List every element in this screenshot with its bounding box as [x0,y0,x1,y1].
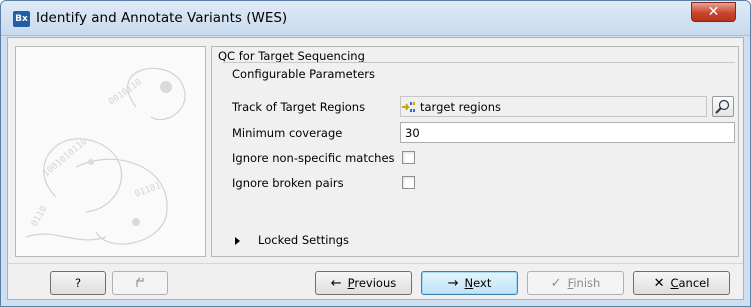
cancel-label: ancel [678,276,710,290]
min-coverage-label: Minimum coverage [232,126,343,140]
finish-label: inish [573,276,601,290]
ignore-nonspecific-checkbox[interactable] [402,151,415,164]
next-button[interactable]: → Next [421,271,518,295]
dialog-body: 0010110 1001010110 01101 0110 QC for Tar… [7,37,744,300]
arrow-right-icon: → [447,276,459,291]
wizard-side-image: 0010110 1001010110 01101 0110 [15,46,206,257]
ignore-nonspecific-label: Ignore non-specific matches [232,151,395,165]
section-title: QC for Target Sequencing [218,49,365,63]
track-icon [402,102,415,112]
app-logo-icon: Bx [13,11,30,27]
svg-text:01101: 01101 [134,181,163,200]
finish-button[interactable]: ✓ Finish [527,271,624,295]
previous-label: revious [354,276,397,290]
checkmark-icon: ✓ [550,276,562,291]
min-coverage-value: 30 [405,126,420,140]
svg-text:0010110: 0010110 [107,78,144,108]
svg-text:1001010110: 1001010110 [42,137,90,179]
browse-icon [715,99,730,114]
locked-settings-toggle[interactable]: Locked Settings [258,233,349,247]
reset-icon [136,277,144,287]
cancel-mnemonic: C [670,276,679,290]
next-mnemonic: N [464,276,474,290]
track-value: target regions [420,100,501,114]
min-coverage-input[interactable]: 30 [400,122,735,143]
button-bar-divider [8,263,743,264]
expand-arrow-icon[interactable] [235,237,240,245]
arrow-left-icon: ← [330,276,342,291]
dialog-window: Bx Identify and Annotate Variants (WES) … [0,0,751,307]
cancel-button[interactable]: ✕ Cancel [633,271,730,295]
reset-button[interactable] [112,271,168,295]
decorative-swirl-graphic: 0010110 1001010110 01101 0110 [25,67,186,245]
configurable-parameters-group: Configurable Parameters Track of Target … [223,62,735,190]
help-button[interactable]: ? [50,271,106,295]
browse-button[interactable] [712,96,734,117]
next-label: ext [473,276,492,290]
group-title: Configurable Parameters [232,67,376,81]
svg-text:0110: 0110 [30,205,50,229]
track-field[interactable]: target regions [400,96,707,117]
cancel-x-icon: ✕ [653,276,665,291]
settings-panel: QC for Target Sequencing Configurable Pa… [211,46,739,257]
window-title: Identify and Annotate Variants (WES) [36,10,288,26]
ignore-broken-label: Ignore broken pairs [232,176,344,190]
track-label: Track of Target Regions [232,100,366,114]
close-button[interactable]: ✕ [691,2,736,22]
ignore-broken-checkbox[interactable] [402,176,415,189]
previous-button[interactable]: ← Previous [315,271,412,295]
title-bar[interactable]: Bx Identify and Annotate Variants (WES) … [1,1,750,36]
